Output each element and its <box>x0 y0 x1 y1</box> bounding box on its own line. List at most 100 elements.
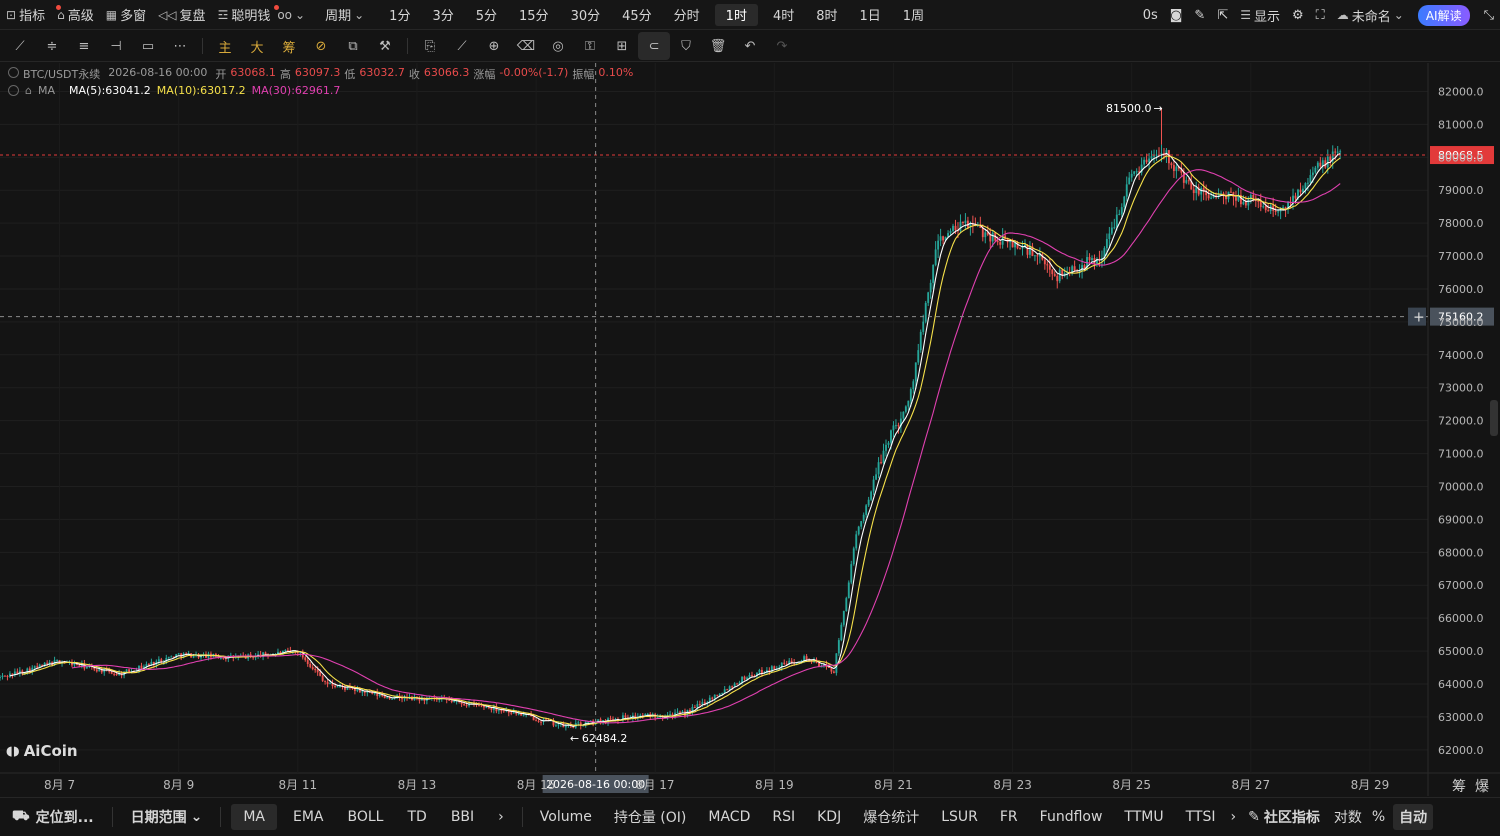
more-tools-icon[interactable]: ⋯ <box>164 32 196 60</box>
eye-icon[interactable]: ◎ <box>542 32 574 60</box>
auto-scale-toggle[interactable]: 自动 <box>1393 804 1434 830</box>
period-tab[interactable]: 3分 <box>421 0 464 30</box>
chip-distribution-label[interactable]: 筹 <box>1452 776 1466 796</box>
log-scale-toggle[interactable]: 对数 <box>1328 798 1368 836</box>
replay-menu[interactable]: ◁◁ 复盘 <box>152 0 211 30</box>
undo-icon[interactable]: ↶ <box>734 32 766 60</box>
multi-window-menu[interactable]: ▦ 多窗 <box>100 0 152 30</box>
hline-tool-icon[interactable]: ≑ <box>36 32 68 60</box>
percent-scale-toggle[interactable]: % <box>1368 798 1389 836</box>
locate-button[interactable]: ⛟ 定位到... <box>0 798 106 836</box>
candlestick-chart[interactable]: 80068.5+ 75160.22026-08-16 00:0081500.0 →←… <box>0 63 1500 796</box>
smart-money-menu[interactable]: ☲ 聪明钱 oo ⌄ <box>212 0 312 30</box>
ruler-icon[interactable]: ⟋ <box>446 32 478 60</box>
candle-body <box>890 430 892 443</box>
period-tab[interactable]: 45分 <box>611 0 663 30</box>
filter-icon[interactable]: ⛉ <box>670 32 702 60</box>
period-tab[interactable]: 1分 <box>378 0 421 30</box>
period-tab[interactable]: 15分 <box>508 0 560 30</box>
sub-indicator-tab[interactable]: Fundflow <box>1029 798 1114 836</box>
line-tool-icon[interactable]: ⟋ <box>4 32 36 60</box>
liquidation-label[interactable]: 爆 <box>1475 776 1489 796</box>
redo-icon[interactable]: ↷ <box>766 32 798 60</box>
template-icon[interactable]: ⊞ <box>606 32 638 60</box>
advanced-menu[interactable]: ⌂ 高级 <box>51 0 100 30</box>
ray-tool-icon[interactable]: ⊣ <box>100 32 132 60</box>
sub-indicator-tab[interactable]: 持仓量 (OI) <box>603 798 698 836</box>
layout-dropdown[interactable]: ☁ 未命名 ⌄ <box>1331 0 1410 30</box>
period-tab[interactable]: 4时 <box>762 0 805 30</box>
period-tab[interactable]: 5分 <box>465 0 508 30</box>
period-tab[interactable]: 30分 <box>560 0 612 30</box>
candle-body <box>1145 159 1148 163</box>
ma-legend: ⌂ MA MA(5):63041.2 MA(10):63017.2 MA(30)… <box>8 84 340 97</box>
main-indicator-tab[interactable]: EMA <box>281 798 336 836</box>
copy-icon[interactable]: ⎘ <box>414 32 446 60</box>
alarm-icon[interactable]: ⌂ <box>25 84 32 97</box>
sub-indicator-tab[interactable]: RSI <box>761 798 806 836</box>
sub-indicator-tab[interactable]: TTSI <box>1175 798 1227 836</box>
wand-icon[interactable]: ⚒ <box>369 32 401 60</box>
signal-icon[interactable]: ⊘ <box>305 32 337 60</box>
period-tab[interactable]: 1日 <box>849 0 892 30</box>
big-order-icon[interactable]: 大 <box>241 32 273 60</box>
candle-body <box>192 655 195 658</box>
main-indicator-tab[interactable]: BBI <box>439 798 486 836</box>
candle-body <box>537 720 540 722</box>
chart-area[interactable]: 80068.5 +75160.2 2026-08-16 00:00 81500.0 → ←… <box>0 63 1500 796</box>
settings-icon[interactable]: ⚙ <box>1286 0 1310 30</box>
eraser-icon[interactable]: ⌫ <box>510 32 542 60</box>
delete-icon[interactable]: 🗑 <box>702 32 734 60</box>
sub-indicator-tab[interactable]: MACD <box>697 798 761 836</box>
legend-eye-icon[interactable] <box>8 85 19 96</box>
lock-icon[interactable]: ⚿ <box>574 32 606 60</box>
candle-body <box>0 676 1 678</box>
main-force-icon[interactable]: 主 <box>209 32 241 60</box>
collapse-icon[interactable]: ⤡ <box>1478 0 1500 30</box>
low-marker-label: 62484.2 <box>582 732 628 745</box>
ai-interpret-button[interactable]: AI解读 <box>1417 4 1470 26</box>
period-tab[interactable]: 8时 <box>805 0 848 30</box>
date-range-dropdown[interactable]: 日期范围 ⌄ <box>119 798 215 836</box>
zoom-in-icon[interactable]: ⊕ <box>478 32 510 60</box>
candle-body <box>1135 171 1138 173</box>
side-panel-handle[interactable] <box>1490 400 1498 436</box>
chevron-right-icon[interactable]: › <box>1226 798 1240 836</box>
main-indicator-tab[interactable]: MA <box>231 804 277 830</box>
main-indicator-tab[interactable]: BOLL <box>336 798 396 836</box>
sub-indicator-tab[interactable]: TTMU <box>1113 798 1174 836</box>
candle-body <box>311 667 314 670</box>
sub-indicator-tab[interactable]: 爆仓统计 <box>852 798 930 836</box>
period-tab[interactable]: 1时 <box>714 3 758 26</box>
y-tick-label: 69000.0 <box>1438 513 1484 526</box>
candle-body <box>1046 264 1049 266</box>
fullscreen-icon[interactable]: ⛶ <box>1310 0 1331 30</box>
display-menu[interactable]: ☰ 显示 <box>1234 0 1286 30</box>
period-tab[interactable]: 1周 <box>892 0 935 30</box>
rect-tool-icon[interactable]: ▭ <box>132 32 164 60</box>
candle-body <box>1336 151 1339 153</box>
candle-body <box>128 669 130 673</box>
sub-indicator-tab[interactable]: Volume <box>529 798 603 836</box>
sub-indicator-tab[interactable]: FR <box>989 798 1029 836</box>
community-indicators-button[interactable]: ✎ 社区指标 <box>1240 798 1328 836</box>
legend-eye-icon[interactable] <box>8 67 19 78</box>
candle-body <box>1128 177 1131 185</box>
indicator-menu[interactable]: ⊡ 指标 <box>0 0 61 30</box>
candle-body <box>316 669 319 673</box>
magnet-icon[interactable]: ⊂ <box>638 32 670 60</box>
compare-icon[interactable]: ⧉ <box>337 32 369 60</box>
export-icon[interactable]: ⇱ <box>1211 0 1234 30</box>
sub-indicator-tab[interactable]: LSUR <box>930 798 989 836</box>
period-tab[interactable]: 分时 <box>663 0 711 30</box>
main-indicator-tab[interactable]: TD <box>395 798 438 836</box>
x-tick-label: 8月 11 <box>278 778 317 792</box>
bottom-bar: ⛟ 定位到... 日期范围 ⌄ MA EMA BOLL TD BBI › Volume 持仓量… <box>0 797 1500 836</box>
chip-icon[interactable]: 筹 <box>273 32 305 60</box>
pen-icon[interactable]: ✎ <box>1188 0 1211 30</box>
period-dropdown[interactable]: 周期 ⌄ <box>319 0 370 30</box>
chevron-right-icon[interactable]: › <box>486 798 516 836</box>
sub-indicator-tab[interactable]: KDJ <box>806 798 852 836</box>
camera-icon[interactable]: ◙ <box>1164 0 1189 30</box>
channel-tool-icon[interactable]: ≡ <box>68 32 100 60</box>
